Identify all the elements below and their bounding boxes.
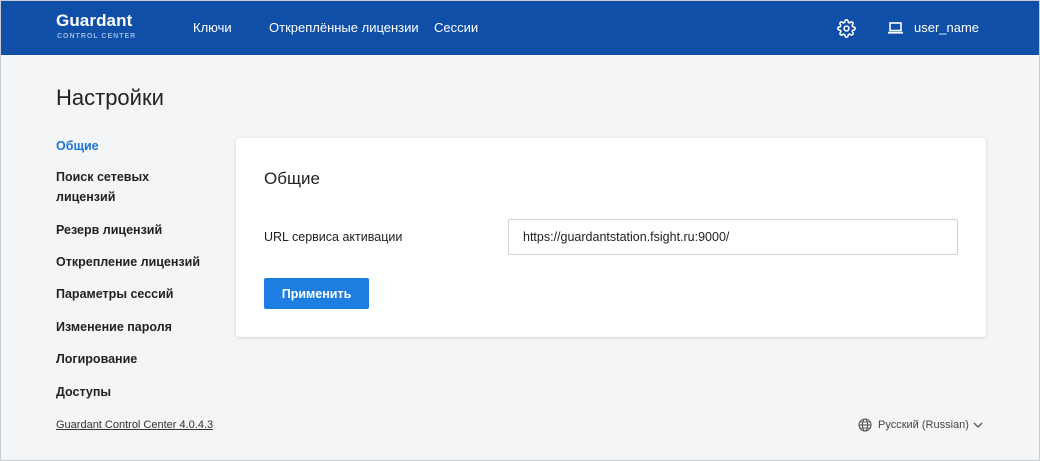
gear-icon[interactable]	[837, 19, 856, 38]
sidebar-item-session-params[interactable]: Параметры сессий	[56, 284, 173, 304]
chevron-down-icon	[973, 422, 983, 428]
nav-detached-licenses[interactable]: Откреплённые лицензии	[269, 20, 419, 35]
sidebar-item-license-detach[interactable]: Открепление лицензий	[56, 252, 200, 272]
page-title: Настройки	[56, 85, 164, 110]
sidebar-item-access[interactable]: Доступы	[56, 382, 111, 402]
apply-button[interactable]: Применить	[264, 278, 369, 309]
globe-icon	[858, 418, 872, 432]
version-link[interactable]: Guardant Control Center 4.0.4.3	[56, 419, 213, 431]
sidebar-item-network-search[interactable]: Поиск сетевых	[56, 167, 149, 187]
user-name: user_name	[914, 20, 980, 35]
logo[interactable]: Guardant CONTROL CENTER	[56, 12, 136, 40]
logo-subtitle: CONTROL CENTER	[57, 33, 137, 40]
sidebar-item-general[interactable]: Общие	[56, 136, 99, 156]
sidebar-item-license-reserve[interactable]: Резерв лицензий	[56, 220, 162, 240]
nav-keys[interactable]: Ключи	[193, 20, 232, 35]
laptop-icon	[888, 21, 903, 34]
logo-name: Guardant	[56, 11, 133, 30]
activation-url-label: URL сервиса активации	[264, 230, 403, 244]
nav-sessions[interactable]: Сессии	[434, 20, 478, 35]
language-selector[interactable]: Русский (Russian)	[858, 418, 983, 432]
sidebar-item-logging[interactable]: Логирование	[56, 349, 137, 369]
language-label: Русский (Russian)	[878, 419, 969, 431]
sidebar-item-change-password[interactable]: Изменение пароля	[56, 317, 172, 337]
card-title: Общие	[264, 169, 320, 188]
activation-url-input[interactable]	[508, 219, 958, 255]
top-bar: Guardant CONTROL CENTER Ключи Откреплённ…	[1, 1, 1039, 55]
user-menu[interactable]: user_name	[888, 20, 979, 35]
sidebar-item-network-search-cont[interactable]: лицензий	[56, 187, 115, 207]
settings-card: Общие URL сервиса активации Применить	[236, 138, 986, 337]
